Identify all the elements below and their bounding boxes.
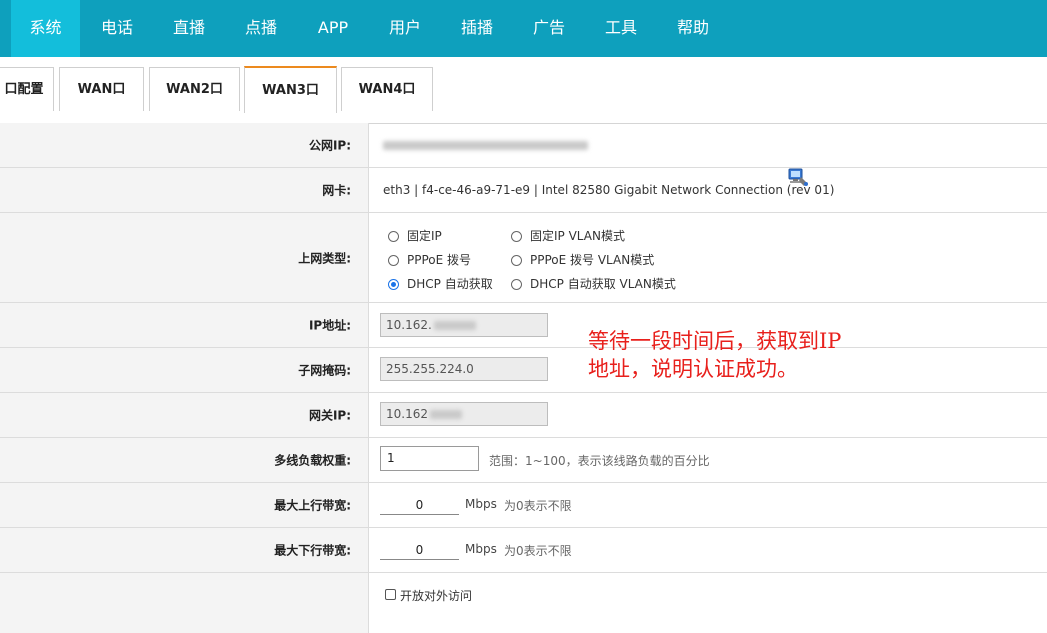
down-bw-label: 最大下行带宽:	[274, 543, 351, 558]
radio-dhcp-vlan[interactable]	[511, 279, 522, 290]
external-access-label: 开放对外访问	[400, 589, 473, 603]
nic-value: eth3 | f4-ce-46-a9-71-e9 | Intel 82580 G…	[383, 183, 835, 197]
external-access-checkbox[interactable]	[385, 589, 396, 600]
annotation-text: 等待一段时间后，获取到IP 地址，说明认证成功。	[588, 327, 908, 383]
max-download-input[interactable]: 0	[380, 540, 459, 560]
radio-static-ip-label: 固定IP	[407, 229, 442, 243]
tab-wan2[interactable]: WAN2口	[149, 67, 240, 111]
row-nic: 网卡: eth3 | f4-ce-46-a9-71-e9 | Intel 825…	[0, 168, 1047, 213]
tab-wan1[interactable]: WAN口	[59, 67, 144, 111]
radio-static-ip-vlan[interactable]	[511, 231, 522, 242]
load-weight-hint: 范围：1~100，表示该线路负载的百分比	[489, 454, 710, 468]
radio-dhcp[interactable]	[388, 279, 399, 290]
radio-dhcp-label: DHCP 自动获取	[407, 277, 493, 291]
row-conn-type: 上网类型:	[0, 213, 1047, 303]
nav-item-ads[interactable]: 广告	[515, 0, 583, 57]
nav-item-insert[interactable]: 插播	[443, 0, 511, 57]
tab-wan4[interactable]: WAN4口	[341, 67, 433, 111]
tab-port-config[interactable]: 口配置	[0, 67, 54, 111]
nic-label: 网卡:	[322, 183, 351, 198]
load-weight-input[interactable]: 1	[380, 446, 479, 471]
public-ip-label: 公网IP:	[308, 138, 351, 153]
radio-pppoe-vlan[interactable]	[511, 255, 522, 266]
row-public-ip: 公网IP:	[0, 123, 1047, 168]
radio-pppoe-label: PPPoE 拨号	[407, 253, 472, 267]
max-download-unit: Mbps	[465, 542, 497, 556]
radio-dhcp-vlan-label: DHCP 自动获取 VLAN模式	[530, 277, 676, 291]
gateway-field[interactable]: 10.162	[380, 402, 548, 426]
row-external-access	[0, 573, 1047, 633]
radio-pppoe-vlan-label: PPPoE 拨号 VLAN模式	[530, 253, 655, 267]
ip-address-field[interactable]: 10.162.	[380, 313, 548, 337]
max-download-hint: 为0表示不限	[504, 544, 572, 558]
nav-item-vod[interactable]: 点播	[227, 0, 295, 57]
public-ip-value-redacted	[383, 138, 588, 152]
max-upload-input[interactable]: 0	[380, 495, 459, 515]
subnet-mask-field[interactable]: 255.255.224.0	[380, 357, 548, 381]
gateway-label: 网关IP:	[308, 408, 351, 423]
conn-type-label: 上网类型:	[298, 251, 351, 265]
nav-item-phone[interactable]: 电话	[83, 0, 151, 57]
ip-address-value: 10.162.	[386, 318, 432, 332]
wan-tabs: 口配置 WAN口 WAN2口 WAN3口 WAN4口	[0, 57, 1047, 124]
nav-item-system[interactable]: 系统	[11, 0, 80, 57]
top-nav: 系统 电话 直播 点播 APP 用户 插播 广告 工具 帮助	[0, 0, 1047, 57]
up-bw-label: 最大上行带宽:	[274, 498, 351, 513]
ip-label: IP地址:	[308, 318, 351, 333]
radio-static-ip[interactable]	[388, 231, 399, 242]
nav-item-help[interactable]: 帮助	[659, 0, 727, 57]
radio-static-ip-vlan-label: 固定IP VLAN模式	[530, 229, 625, 243]
weight-label: 多线负载权重:	[274, 453, 351, 468]
nav-item-users[interactable]: 用户	[371, 0, 439, 57]
tab-wan3[interactable]: WAN3口	[244, 66, 337, 113]
max-upload-unit: Mbps	[465, 497, 497, 511]
mask-label: 子网掩码:	[298, 363, 351, 378]
annotation-line-2: 地址，说明认证成功。	[588, 357, 798, 381]
annotation-line-1: 等待一段时间后，获取到IP	[588, 329, 842, 353]
network-card-icon[interactable]	[787, 168, 809, 188]
radio-pppoe[interactable]	[388, 255, 399, 266]
nav-item-tools[interactable]: 工具	[587, 0, 655, 57]
nav-item-live[interactable]: 直播	[155, 0, 223, 57]
max-upload-hint: 为0表示不限	[504, 499, 572, 513]
gateway-value: 10.162	[386, 407, 428, 421]
nav-item-app[interactable]: APP	[299, 0, 367, 57]
